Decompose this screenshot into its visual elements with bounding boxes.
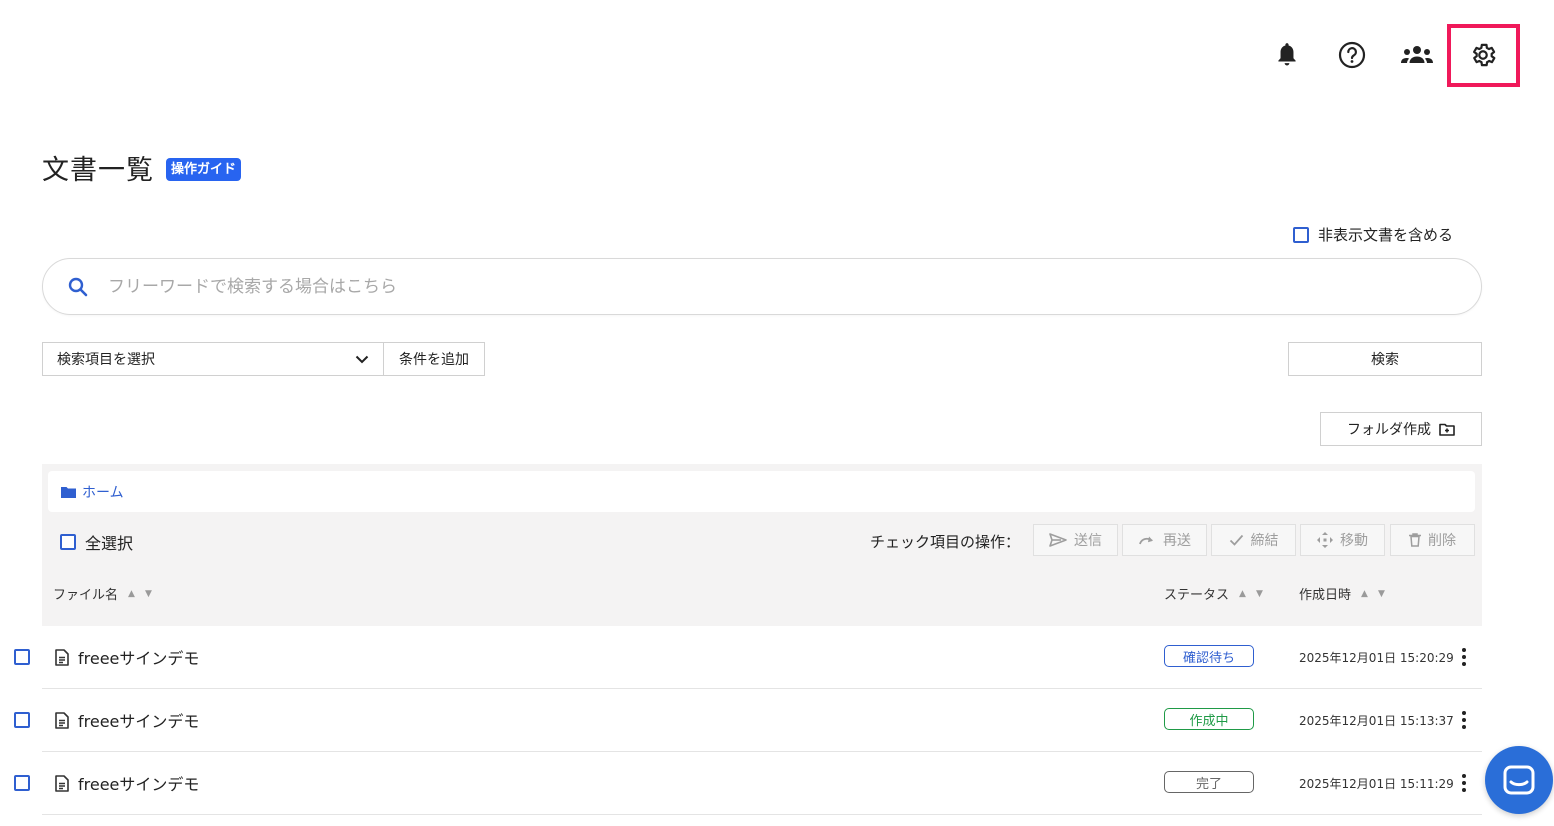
bulk-resend-label: 再送 (1163, 533, 1191, 549)
status-badge: 完了 (1164, 771, 1254, 793)
move-icon (1317, 532, 1333, 548)
select-all[interactable]: 全選択 (60, 530, 133, 554)
page-title: 文書一覧 (42, 155, 154, 186)
sort-desc-icon[interactable]: ▼ (1256, 589, 1263, 599)
bulk-delete-button[interactable]: 削除 (1390, 524, 1475, 556)
bulk-resend-button[interactable]: 再送 (1122, 524, 1207, 556)
add-condition-button[interactable]: 条件を追加 (383, 342, 485, 376)
search-input[interactable] (108, 276, 1308, 297)
search-icon (68, 277, 88, 297)
create-folder-button[interactable]: フォルダ作成 (1320, 412, 1482, 446)
bulk-conclude-button[interactable]: 締結 (1211, 524, 1296, 556)
send-icon (1049, 533, 1067, 547)
more-menu-icon[interactable] (1454, 709, 1474, 731)
column-status-label: ステータス (1164, 588, 1230, 603)
search-button[interactable]: 検索 (1288, 342, 1482, 376)
chevron-down-icon (355, 355, 369, 364)
created-date: 2025年12月01日 15:11:29 (1299, 777, 1454, 791)
chat-icon (1503, 765, 1535, 795)
search-bar (42, 258, 1482, 315)
file-name[interactable]: freeeサインデモ (55, 771, 199, 795)
row-checkbox[interactable] (14, 775, 30, 791)
members-icon[interactable] (1400, 38, 1434, 72)
bell-icon[interactable] (1270, 38, 1304, 72)
search-field-select[interactable]: 検索項目を選択 (42, 342, 384, 376)
include-hidden-toggle[interactable]: 非表示文書を含める (1293, 224, 1453, 245)
file-name-label: freeeサインデモ (78, 649, 200, 668)
sort-asc-icon[interactable]: ▲ (1239, 589, 1246, 599)
file-name[interactable]: freeeサインデモ (55, 645, 199, 669)
status-badge: 作成中 (1164, 708, 1254, 730)
row-checkbox[interactable] (14, 649, 30, 665)
create-folder-label: フォルダ作成 (1347, 422, 1431, 438)
folder-icon (61, 486, 76, 498)
select-all-label: 全選択 (85, 534, 134, 553)
help-icon[interactable] (1335, 38, 1369, 72)
more-menu-icon[interactable] (1454, 646, 1474, 668)
select-all-checkbox[interactable] (60, 534, 76, 550)
chat-launcher-button[interactable] (1485, 746, 1553, 814)
sort-desc-icon[interactable]: ▼ (145, 589, 152, 599)
document-icon (55, 774, 69, 792)
table-row[interactable]: freeeサインデモ 作成中 2025年12月01日 15:13:37 (14, 689, 1482, 752)
breadcrumb-home[interactable]: ホーム (82, 482, 124, 502)
bulk-send-label: 送信 (1074, 533, 1102, 549)
bulk-move-label: 移動 (1340, 533, 1368, 549)
operation-guide-badge[interactable]: 操作ガイド (166, 158, 242, 181)
document-icon (55, 648, 69, 666)
bulk-move-button[interactable]: 移動 (1300, 524, 1385, 556)
column-filename-label: ファイル名 (53, 588, 119, 603)
breadcrumb: ホーム (48, 471, 1475, 512)
column-filename[interactable]: ファイル名 ▲ ▼ (53, 584, 152, 603)
column-status[interactable]: ステータス ▲ ▼ (1164, 584, 1263, 603)
bulk-send-button[interactable]: 送信 (1033, 524, 1118, 556)
sort-asc-icon[interactable]: ▲ (128, 589, 135, 599)
sort-asc-icon[interactable]: ▲ (1361, 589, 1368, 599)
search-field-select-label: 検索項目を選択 (57, 352, 155, 368)
created-date: 2025年12月01日 15:13:37 (1299, 714, 1454, 728)
include-hidden-checkbox[interactable] (1293, 226, 1309, 243)
file-name[interactable]: freeeサインデモ (55, 708, 199, 732)
more-menu-icon[interactable] (1454, 772, 1474, 794)
bulk-delete-label: 削除 (1428, 533, 1456, 549)
table-row[interactable]: freeeサインデモ 完了 2025年12月01日 15:11:29 (14, 752, 1482, 815)
created-date: 2025年12月01日 15:20:29 (1299, 651, 1454, 665)
sort-desc-icon[interactable]: ▼ (1378, 589, 1385, 599)
row-checkbox[interactable] (14, 712, 30, 728)
bulk-conclude-label: 締結 (1250, 533, 1279, 549)
table-row[interactable]: freeeサインデモ 確認待ち 2025年12月01日 15:20:29 (14, 626, 1482, 689)
status-badge: 確認待ち (1164, 645, 1254, 667)
check-icon (1229, 534, 1244, 546)
file-name-label: freeeサインデモ (78, 712, 200, 731)
bulk-actions-label: チェック項目の操作： (870, 533, 1021, 551)
include-hidden-label: 非表示文書を含める (1318, 226, 1454, 244)
document-list-header-panel: ホーム 全選択 チェック項目の操作： 送信 再送 締結 移動 削除 ファイル名 … (42, 464, 1482, 626)
file-name-label: freeeサインデモ (78, 775, 200, 794)
trash-icon (1409, 533, 1421, 547)
column-created-label: 作成日時 (1299, 588, 1352, 603)
folder-plus-icon (1439, 423, 1455, 436)
document-icon (55, 711, 69, 729)
column-created[interactable]: 作成日時 ▲ ▼ (1299, 584, 1385, 603)
gear-icon[interactable] (1466, 38, 1500, 72)
redo-icon (1138, 534, 1156, 546)
